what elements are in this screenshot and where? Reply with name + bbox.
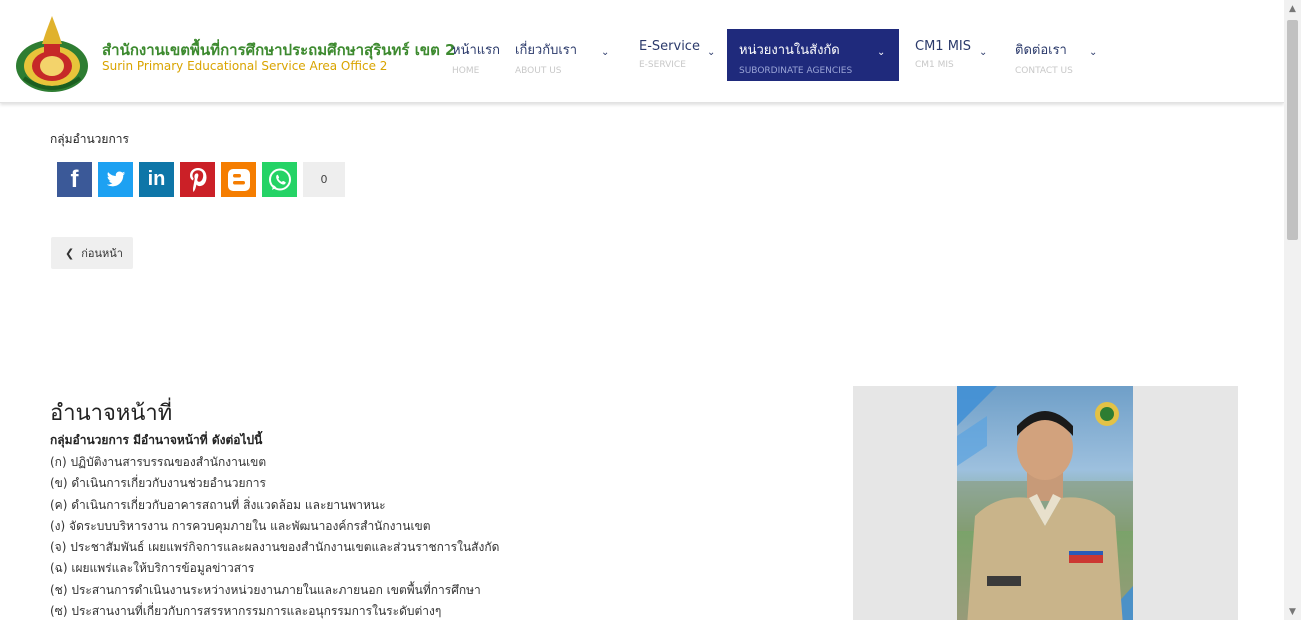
list-item: (ค) ดำเนินการเกี่ยวกับอาคารสถานที่ สิ่งแ… bbox=[50, 497, 386, 512]
chevron-down-icon: ⌄ bbox=[877, 47, 886, 58]
linkedin-share-button[interactable]: in bbox=[139, 162, 174, 197]
pinterest-icon bbox=[189, 167, 206, 192]
list-item: (ง) จัดระบบบริหารงาน การควบคุมภายใน และพ… bbox=[50, 518, 431, 533]
person-portrait-image bbox=[957, 386, 1133, 620]
facebook-share-button[interactable]: f bbox=[57, 162, 92, 197]
nav-item-subordinate-agencies[interactable]: หน่วยงานในสังกัด SUBORDINATE AGENCIES ⌄ bbox=[727, 29, 899, 81]
nav-item-sublabel: CM1 MIS bbox=[915, 60, 954, 70]
whatsapp-icon bbox=[268, 168, 291, 190]
back-button[interactable]: ❮ ก่อนหน้า bbox=[51, 237, 133, 269]
nav-item-sublabel: SUBORDINATE AGENCIES bbox=[739, 66, 853, 76]
chevron-down-icon: ⌄ bbox=[1089, 47, 1098, 58]
twitter-icon bbox=[106, 171, 125, 187]
nav-item-contact-us[interactable]: ติดต่อเรา CONTACT US ⌄ bbox=[1003, 29, 1113, 81]
nav-item-sublabel: HOME bbox=[452, 66, 480, 76]
list-item: (ข) ดำเนินการเกี่ยวกับงานช่วยอำนวยการ bbox=[50, 476, 266, 491]
nav-item-sublabel: E-SERVICE bbox=[639, 60, 686, 70]
scroll-down-icon[interactable]: ▼ bbox=[1284, 603, 1301, 620]
site-header: สำนักงานเขตพื้นที่การศึกษาประถมศึกษาสุริ… bbox=[0, 0, 1284, 103]
page: สำนักงานเขตพื้นที่การศึกษาประถมศึกษาสุริ… bbox=[0, 0, 1284, 620]
list-item: (ซ) ประสานงานที่เกี่ยวกับการสรรหากรรมการ… bbox=[50, 604, 442, 619]
vertical-scrollbar[interactable]: ▲ ▼ bbox=[1284, 0, 1301, 620]
staff-photo-panel bbox=[853, 386, 1238, 620]
whatsapp-share-button[interactable] bbox=[262, 162, 297, 197]
nav-item-cm1-mis[interactable]: CM1 MIS CM1 MIS ⌄ bbox=[903, 29, 1003, 81]
share-count: 0 bbox=[303, 162, 345, 197]
org-name-english[interactable]: Surin Primary Educational Service Area O… bbox=[102, 59, 387, 73]
duty-list: (ก) ปฏิบัติงานสารบรรณของสำนักงานเขต (ข) … bbox=[50, 452, 499, 620]
nav-item-label: หน้าแรก bbox=[452, 43, 500, 58]
pinterest-share-button[interactable] bbox=[180, 162, 215, 197]
facebook-icon: f bbox=[70, 165, 79, 193]
nav-item-label: เกี่ยวกับเรา bbox=[515, 43, 578, 58]
nav-item-label: หน่วยงานในสังกัด bbox=[739, 43, 840, 58]
linkedin-icon: in bbox=[147, 168, 166, 190]
page-title: กลุ่มอำนวยการ bbox=[50, 132, 129, 146]
nav-item-home[interactable]: หน้าแรก HOME bbox=[440, 29, 512, 81]
nav-item-sublabel: CONTACT US bbox=[1015, 66, 1073, 76]
blogger-share-button[interactable] bbox=[221, 162, 256, 197]
scrollbar-thumb[interactable] bbox=[1287, 20, 1298, 240]
list-item: (ฉ) เผยแพร่และให้บริการข้อมูลข่าวสาร bbox=[50, 561, 255, 576]
chevron-down-icon: ⌄ bbox=[979, 47, 988, 58]
back-button-label: ก่อนหน้า bbox=[81, 247, 123, 260]
chevron-down-icon: ⌄ bbox=[601, 47, 610, 58]
blogger-icon bbox=[227, 168, 250, 191]
chevron-left-icon: ❮ bbox=[65, 246, 75, 260]
list-item: (ก) ปฏิบัติงานสารบรรณของสำนักงานเขต bbox=[50, 455, 267, 469]
twitter-share-button[interactable] bbox=[98, 162, 133, 197]
nav-item-label: E-Service bbox=[639, 39, 700, 54]
section-heading: อำนาจหน้าที่ bbox=[50, 401, 173, 426]
staff-photo bbox=[957, 386, 1133, 620]
nav-item-e-service[interactable]: E-Service E-SERVICE ⌄ bbox=[627, 29, 727, 81]
nav-item-about-us[interactable]: เกี่ยวกับเรา ABOUT US ⌄ bbox=[503, 29, 618, 81]
scroll-up-icon[interactable]: ▲ bbox=[1284, 0, 1301, 17]
nav-item-sublabel: ABOUT US bbox=[515, 66, 562, 76]
chevron-down-icon: ⌄ bbox=[707, 47, 716, 58]
section-intro: กลุ่มอำนวยการ มีอำนาจหน้าที่ ดังต่อไปนี้ bbox=[50, 433, 263, 447]
list-item: (จ) ประชาสัมพันธ์ เผยแพร่กิจการและผลงานข… bbox=[50, 540, 500, 555]
list-item: (ช) ประสานการดำเนินงานระหว่างหน่วยงานภาย… bbox=[50, 582, 481, 597]
school-emblem-icon[interactable] bbox=[14, 14, 90, 94]
